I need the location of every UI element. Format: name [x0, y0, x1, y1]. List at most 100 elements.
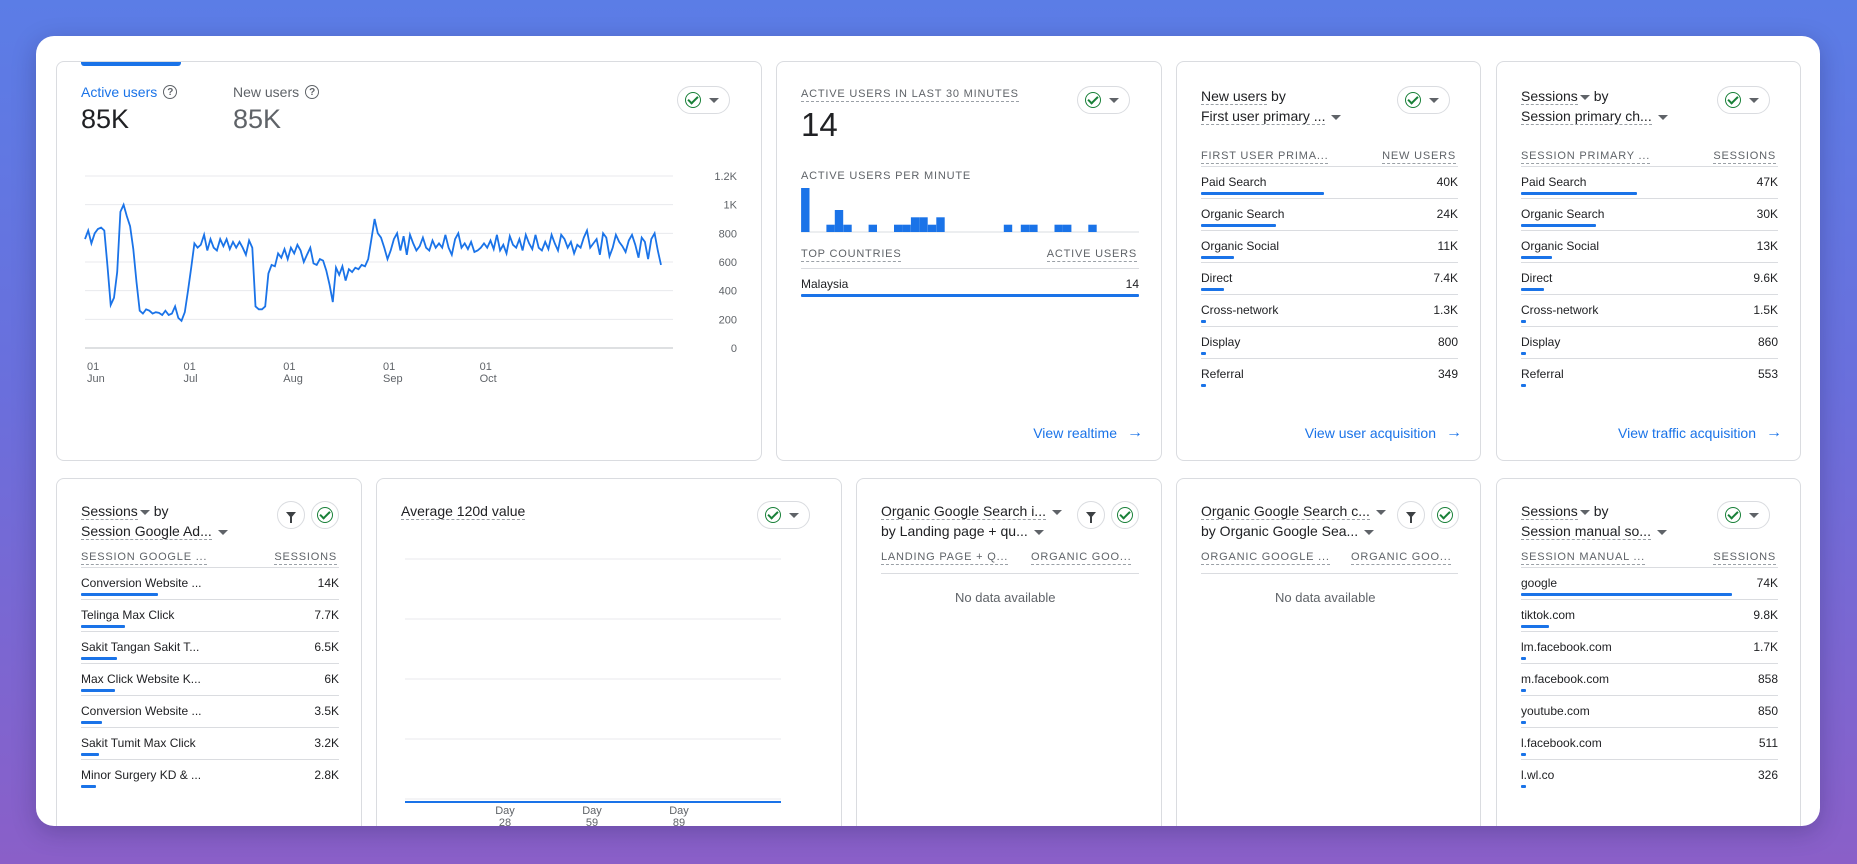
- table-row[interactable]: Paid Search 40K: [1201, 166, 1458, 198]
- y-tick-label: 400: [719, 286, 737, 298]
- compare-button[interactable]: [1111, 501, 1139, 529]
- manual-menu-button[interactable]: [1717, 501, 1770, 529]
- row-value: 14K: [317, 576, 339, 590]
- minute-bar[interactable]: [910, 217, 920, 232]
- ads-title[interactable]: Sessions by Session Google Ad...: [81, 501, 228, 541]
- compare-menu-button[interactable]: [677, 86, 730, 114]
- x-tick-label: 01: [283, 361, 295, 373]
- share-bar: [1201, 352, 1207, 355]
- table-row[interactable]: Conversion Website ... 3.5K: [81, 695, 339, 727]
- organic-landing-title[interactable]: Organic Google Search i... by Landing pa…: [881, 501, 1062, 541]
- realtime-menu-button[interactable]: [1077, 86, 1130, 114]
- table-row[interactable]: Sakit Tumit Max Click 3.2K: [81, 727, 339, 759]
- traffic-menu-button[interactable]: [1717, 86, 1770, 114]
- minute-bar[interactable]: [826, 224, 835, 232]
- table-row[interactable]: Malaysia 14: [801, 268, 1139, 300]
- x-tick-label: 01: [184, 361, 196, 373]
- minute-bar[interactable]: [894, 224, 903, 232]
- check-circle-icon: [1725, 507, 1741, 523]
- avg-120d-title[interactable]: Average 120d value: [401, 501, 526, 521]
- table-row[interactable]: l.facebook.com 511: [1521, 727, 1778, 759]
- filter-button[interactable]: [1397, 501, 1425, 529]
- table-row[interactable]: google 74K: [1521, 567, 1778, 599]
- share-bar: [1521, 224, 1596, 227]
- view-traffic-acquisition-link[interactable]: View traffic acquisition →: [1618, 424, 1782, 442]
- table-row[interactable]: Cross-network 1.5K: [1521, 294, 1778, 326]
- dashboard-frame: Active users ? 85K New users ? 85K 0 200 4…: [36, 36, 1820, 826]
- row-value: 40K: [1436, 175, 1458, 189]
- new-users-tab[interactable]: New users ?: [233, 84, 320, 100]
- table-row[interactable]: Organic Search 24K: [1201, 198, 1458, 230]
- active-users-col-label: ACTIVE USERS: [1046, 248, 1137, 262]
- row-value: 326: [1757, 768, 1778, 782]
- table-row[interactable]: lm.facebook.com 1.7K: [1521, 631, 1778, 663]
- table-row[interactable]: Direct 9.6K: [1521, 262, 1778, 294]
- table-row[interactable]: Sakit Tangan Sakit T... 6.5K: [81, 631, 339, 663]
- minute-bar[interactable]: [1063, 224, 1072, 232]
- table-row[interactable]: Telinga Max Click 7.7K: [81, 599, 339, 631]
- minute-bar[interactable]: [1003, 224, 1013, 232]
- chevron-down-icon: [1579, 94, 1590, 100]
- minute-bar[interactable]: [936, 217, 945, 232]
- row-value: 11K: [1437, 239, 1458, 253]
- table-row[interactable]: Organic Search 30K: [1521, 198, 1778, 230]
- table-row[interactable]: Conversion Website ... 14K: [81, 567, 339, 599]
- row-value: 13K: [1756, 239, 1778, 253]
- compare-button[interactable]: [311, 501, 339, 529]
- acquisition-menu-button[interactable]: [1397, 86, 1450, 114]
- minute-bar[interactable]: [843, 224, 852, 232]
- traffic-title[interactable]: Sessions by Session primary ch...: [1521, 86, 1668, 126]
- table-row[interactable]: youtube.com 850: [1521, 695, 1778, 727]
- minute-bar[interactable]: [1029, 224, 1038, 232]
- minute-bar[interactable]: [1088, 224, 1097, 232]
- view-user-acquisition-link[interactable]: View user acquisition →: [1305, 424, 1462, 442]
- series-line-active-users[interactable]: [84, 202, 662, 323]
- table-row[interactable]: tiktok.com 9.8K: [1521, 599, 1778, 631]
- table-row[interactable]: Direct 7.4K: [1201, 262, 1458, 294]
- table-row[interactable]: Max Click Website K... 6K: [81, 663, 339, 695]
- share-bar: [1521, 625, 1550, 628]
- manual-title[interactable]: Sessions by Session manual so...: [1521, 501, 1667, 541]
- help-icon[interactable]: ?: [163, 85, 178, 99]
- table-row[interactable]: m.facebook.com 858: [1521, 663, 1778, 695]
- filter-button[interactable]: [277, 501, 305, 529]
- table-row[interactable]: Minor Surgery KD & ... 2.8K: [81, 759, 339, 791]
- table-row[interactable]: l.wl.co 326: [1521, 759, 1778, 791]
- minute-bar[interactable]: [902, 224, 911, 232]
- minute-bar[interactable]: [868, 224, 877, 232]
- table-row[interactable]: Paid Search 47K: [1521, 166, 1778, 198]
- avg-120d-menu-button[interactable]: [757, 501, 810, 529]
- check-circle-icon: [1117, 507, 1133, 523]
- filter-button[interactable]: [1077, 501, 1105, 529]
- acquisition-title[interactable]: New users by First user primary ...: [1201, 86, 1342, 126]
- minute-bar[interactable]: [1020, 224, 1030, 232]
- active-users-tab[interactable]: Active users ?: [81, 84, 178, 100]
- row-label: Cross-network: [1521, 303, 1599, 317]
- minute-bar[interactable]: [801, 188, 810, 232]
- table-row[interactable]: Referral 349: [1201, 358, 1458, 390]
- table-row[interactable]: Cross-network 1.3K: [1201, 294, 1458, 326]
- table-row[interactable]: Organic Social 11K: [1201, 230, 1458, 262]
- avg-120d-chart: [405, 558, 781, 803]
- chevron-down-icon: [1657, 114, 1668, 120]
- minute-bar[interactable]: [927, 224, 937, 232]
- row-label: tiktok.com: [1521, 608, 1576, 622]
- minute-bar[interactable]: [834, 210, 844, 232]
- view-realtime-link[interactable]: View realtime →: [1033, 424, 1143, 442]
- compare-button[interactable]: [1431, 501, 1459, 529]
- metric-col-header: SESSIONS: [274, 551, 337, 565]
- row-label: Paid Search: [1201, 175, 1267, 189]
- table-row[interactable]: Display 860: [1521, 326, 1778, 358]
- row-label: Organic Search: [1201, 207, 1285, 221]
- table-row[interactable]: Organic Social 13K: [1521, 230, 1778, 262]
- minute-bar[interactable]: [1054, 224, 1063, 232]
- table-row[interactable]: Referral 553: [1521, 358, 1778, 390]
- organic-query-title[interactable]: Organic Google Search c... by Organic Go…: [1201, 501, 1386, 541]
- table-row[interactable]: Display 800: [1201, 326, 1458, 358]
- help-icon[interactable]: ?: [305, 85, 320, 99]
- share-bar: [81, 721, 102, 724]
- minute-bar[interactable]: [919, 217, 928, 232]
- share-bar: [1201, 224, 1276, 227]
- row-value: 30K: [1756, 207, 1778, 221]
- row-label: Organic Social: [1521, 239, 1600, 253]
